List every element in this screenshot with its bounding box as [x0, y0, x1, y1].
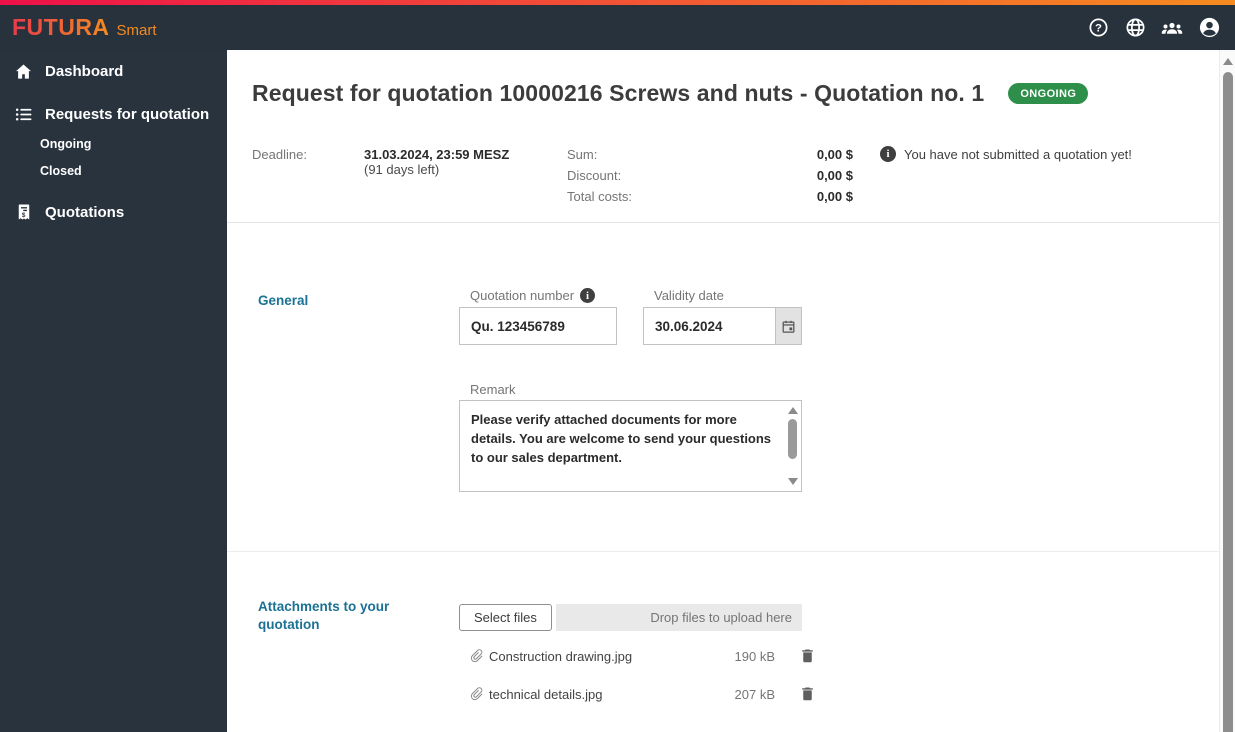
brand-logo-suffix: Smart — [116, 22, 157, 39]
brand-logo-text: FUTURA — [12, 14, 110, 40]
remark-scrollbar — [784, 401, 801, 491]
calendar-icon — [782, 320, 795, 333]
brand-logo[interactable]: FUTURA Smart — [12, 14, 157, 41]
deadline-label: Deadline: — [252, 147, 307, 162]
dropzone-text: Drop files to upload here — [650, 610, 792, 625]
remark-text: Please verify attached documents for mor… — [471, 412, 772, 465]
scroll-up-arrow-icon[interactable] — [1223, 58, 1233, 65]
remark-label-text: Remark — [470, 382, 516, 397]
sidebar-item-quotations[interactable]: $ Quotations — [0, 198, 227, 226]
attachment-name: Construction drawing.jpg — [489, 649, 633, 664]
account-icon[interactable] — [1197, 16, 1221, 40]
sidebar-item-ongoing[interactable]: Ongoing — [40, 134, 91, 154]
page-title: Request for quotation 10000216 Screws an… — [252, 80, 985, 106]
section-divider — [227, 222, 1219, 223]
attachment-size: 190 kB — [734, 649, 775, 664]
paperclip-icon — [469, 648, 485, 669]
sidebar-item-label: Dashboard — [45, 62, 124, 80]
quotation-number-input[interactable] — [460, 308, 616, 344]
info-icon[interactable]: i — [580, 288, 596, 303]
users-icon[interactable] — [1160, 16, 1184, 40]
remark-textarea[interactable]: Please verify attached documents for mor… — [459, 400, 802, 492]
discount-value: 0,00 $ — [816, 168, 853, 183]
notice-text: You have not submitted a quotation yet! — [904, 146, 1132, 162]
topbar-actions: ? — [1086, 16, 1221, 40]
quotation-notice: i You have not submitted a quotation yet… — [880, 146, 1132, 162]
attachment-row: Construction drawing.jpg 190 kB — [467, 646, 827, 668]
calendar-button[interactable] — [775, 308, 801, 344]
discount-label: Discount: — [567, 168, 622, 183]
sidebar-subitem-label: Ongoing — [40, 137, 92, 151]
paperclip-icon — [469, 686, 485, 707]
help-icon[interactable]: ? — [1086, 16, 1110, 40]
remark-scrollbar-thumb[interactable] — [788, 419, 797, 459]
quotation-number-label-text: Quotation number — [470, 288, 575, 303]
topbar: FUTURA Smart ? — [0, 5, 1235, 50]
sidebar-item-dashboard[interactable]: Dashboard — [0, 57, 227, 85]
receipt-icon: $ — [14, 203, 33, 222]
delete-attachment-button[interactable] — [799, 685, 816, 707]
file-dropzone[interactable]: Drop files to upload here — [556, 604, 802, 631]
total-costs-value: 0,00 $ — [816, 189, 853, 204]
select-files-button[interactable]: Select files — [459, 604, 552, 631]
trash-icon — [802, 687, 813, 701]
sidebar-item-label: Requests for quotation — [45, 105, 210, 123]
deadline-note: (91 days left) — [364, 162, 440, 177]
svg-text:?: ? — [1095, 22, 1102, 34]
home-icon — [14, 62, 33, 81]
sidebar-subitem-label: Closed — [40, 164, 82, 178]
scroll-down-arrow-icon[interactable] — [788, 478, 798, 485]
sidebar: Dashboard Requests for quotation Ongoing… — [0, 50, 227, 732]
sidebar-item-requests[interactable]: Requests for quotation — [0, 100, 227, 128]
info-icon: i — [880, 146, 896, 162]
sum-label: Sum: — [567, 147, 598, 162]
attachments-section-title: Attachments to your quotation — [258, 599, 390, 632]
validity-date-label-text: Validity date — [654, 288, 724, 303]
delete-attachment-button[interactable] — [799, 647, 816, 669]
attachment-row: technical details.jpg 207 kB — [467, 684, 827, 706]
app-root: FUTURA Smart ? Dashboard Requests for qu… — [0, 0, 1235, 732]
quotation-number-label: Quotation number i — [470, 288, 596, 303]
main-scrollbar — [1219, 50, 1235, 732]
attachment-size: 207 kB — [734, 687, 775, 702]
total-costs-label: Total costs: — [567, 189, 633, 204]
section-divider — [227, 551, 1219, 552]
status-badge: ONGOING — [1008, 83, 1089, 104]
main-scrollbar-thumb[interactable] — [1223, 72, 1233, 732]
title-row: Request for quotation 10000216 Screws an… — [252, 80, 1089, 107]
globe-icon[interactable] — [1123, 16, 1147, 40]
remark-label: Remark — [470, 382, 516, 397]
trash-icon — [802, 649, 813, 663]
svg-text:$: $ — [21, 212, 25, 219]
quotation-number-field — [459, 307, 617, 345]
scroll-up-arrow-icon[interactable] — [788, 407, 798, 414]
sidebar-item-label: Quotations — [45, 203, 125, 221]
deadline-value: 31.03.2024, 23:59 MESZ — [364, 147, 510, 162]
attachment-name: technical details.jpg — [489, 687, 603, 702]
list-icon — [14, 105, 33, 124]
main-content: Request for quotation 10000216 Screws an… — [227, 50, 1235, 732]
validity-date-label: Validity date — [654, 288, 724, 303]
sidebar-item-closed[interactable]: Closed — [40, 161, 82, 181]
validity-date-field — [643, 307, 802, 345]
general-section-title: General — [258, 293, 309, 308]
sum-value: 0,00 $ — [816, 147, 853, 162]
